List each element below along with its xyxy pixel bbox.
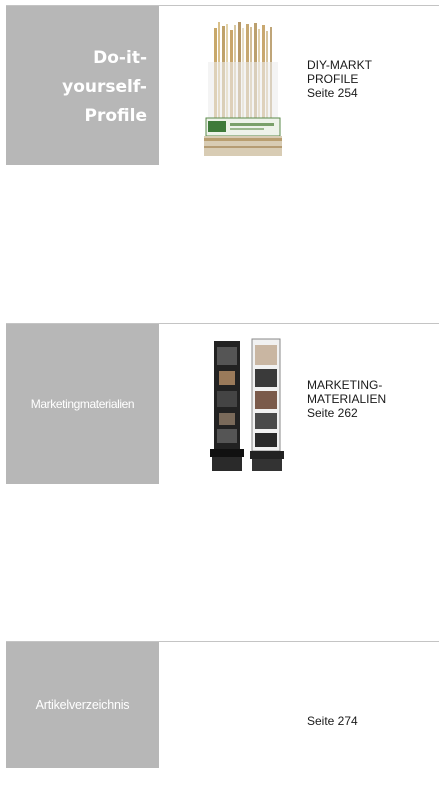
- section-tab-diy-profile: Do-it- yourself- Profile: [6, 6, 159, 165]
- tab-line: Do-it-: [93, 48, 147, 68]
- entry-title-line: MARKETING-: [307, 378, 383, 392]
- diy-profile-display-rack-image: [204, 22, 282, 156]
- tab-label: Artikelverzeichnis: [35, 698, 130, 712]
- tab-line: yourself-: [62, 77, 147, 97]
- section-entry-artikelverzeichnis: Seite 274: [307, 714, 358, 728]
- section-tab-artikelverzeichnis: Artikelverzeichnis: [6, 642, 159, 768]
- marketing-brochure-stands-image: [210, 338, 284, 471]
- brochure-stand-right: [250, 338, 284, 471]
- page-reference: Seite 254: [307, 86, 358, 100]
- brochure-stand-left: [210, 341, 244, 471]
- section-entry-marketing: MARKETING- MATERIALIEN Seite 262: [307, 378, 386, 420]
- section-entry-diy-profile: DIY-MARKT PROFILE Seite 254: [307, 58, 372, 100]
- entry-title-line: DIY-MARKT: [307, 58, 372, 72]
- page-reference: Seite 274: [307, 714, 358, 728]
- tab-line: Profile: [84, 106, 147, 126]
- section-tab-marketing: Marketingmaterialien: [6, 324, 159, 484]
- tab-label: Marketingmaterialien: [30, 397, 135, 411]
- entry-title-line: MATERIALIEN: [307, 392, 387, 406]
- page-reference: Seite 262: [307, 406, 358, 420]
- entry-title-line: PROFILE: [307, 72, 359, 86]
